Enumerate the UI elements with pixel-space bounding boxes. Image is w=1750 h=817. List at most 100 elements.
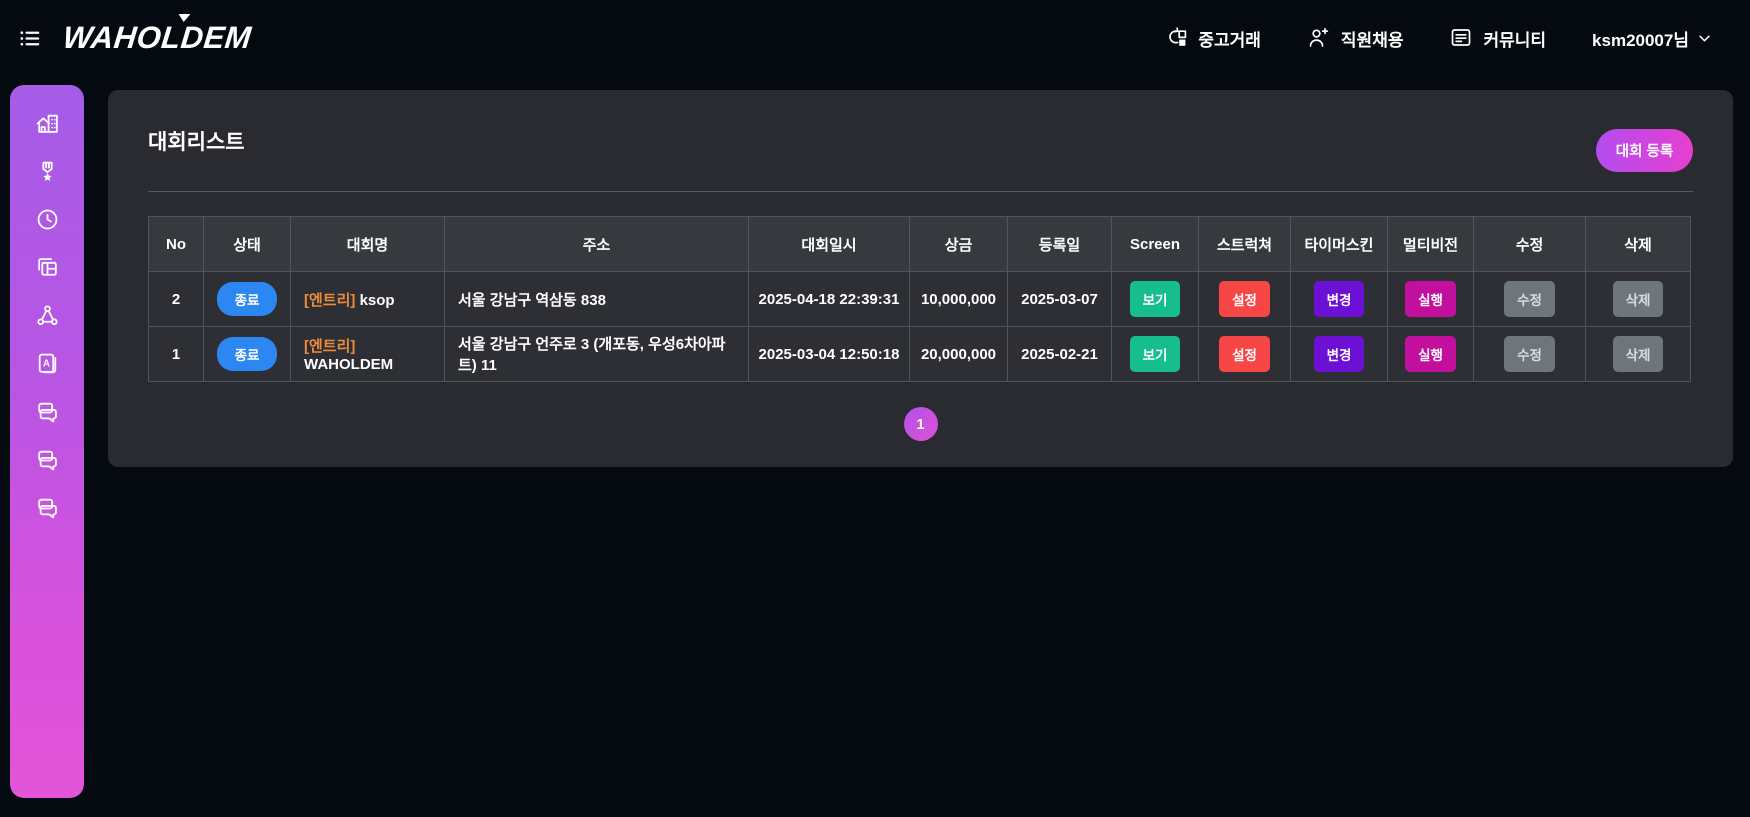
nav-item-used-trade[interactable]: 중고거래 bbox=[1164, 26, 1261, 51]
home-building-icon bbox=[35, 111, 60, 136]
sidebar-item-chat-3[interactable] bbox=[35, 495, 60, 520]
column-header: 삭제 bbox=[1586, 217, 1691, 272]
tournament-table: No상태대회명주소대회일시상금등록일Screen스트럭쳐타이머스킨멀티비전수정삭… bbox=[148, 216, 1691, 382]
sidebar-item-screens[interactable] bbox=[35, 255, 60, 280]
structure-set-button[interactable]: 설정 bbox=[1219, 281, 1270, 317]
clock-icon bbox=[35, 207, 60, 232]
cell-edit: 수정 bbox=[1474, 327, 1586, 382]
table-header-row: No상태대회명주소대회일시상금등록일Screen스트럭쳐타이머스킨멀티비전수정삭… bbox=[149, 217, 1691, 272]
nav-item-label: 직원채용 bbox=[1341, 26, 1404, 51]
cell-no: 2 bbox=[149, 272, 204, 327]
nav-item-community[interactable]: 커뮤니티 bbox=[1449, 26, 1546, 51]
multivision-run-button[interactable]: 실행 bbox=[1405, 281, 1456, 317]
table-row: 2 종료 [엔트리] ksop 서울 강남구 역삼동 838 2025-04-1… bbox=[149, 272, 1691, 327]
entry-tag: [엔트리] bbox=[304, 292, 355, 309]
cell-multivision: 실행 bbox=[1388, 272, 1474, 327]
nav-item-label: 커뮤니티 bbox=[1483, 26, 1546, 51]
column-header: 대회일시 bbox=[749, 217, 910, 272]
cell-reg-date: 2025-03-07 bbox=[1008, 272, 1112, 327]
tournament-list-card: 대회리스트 대회 등록 No상태대회명주소대회일시상금등록일Screen스트럭쳐… bbox=[108, 90, 1733, 467]
entry-tag: [엔트리] bbox=[304, 338, 355, 355]
chat-icon bbox=[35, 399, 60, 424]
sidebar-item-home[interactable] bbox=[35, 111, 60, 136]
cell-delete: 삭제 bbox=[1586, 327, 1691, 382]
medal-icon bbox=[35, 159, 60, 184]
timer-skin-change-button[interactable]: 변경 bbox=[1314, 281, 1365, 317]
delete-button[interactable]: 삭제 bbox=[1613, 336, 1664, 372]
cell-multivision: 실행 bbox=[1388, 327, 1474, 382]
community-icon bbox=[1449, 26, 1473, 50]
status-badge: 종료 bbox=[217, 282, 278, 316]
user-dropdown[interactable]: ksm20007님 bbox=[1592, 26, 1712, 51]
multivision-run-button[interactable]: 실행 bbox=[1405, 336, 1456, 372]
cell-structure: 설정 bbox=[1199, 327, 1291, 382]
register-tournament-button[interactable]: 대회 등록 bbox=[1596, 129, 1693, 172]
cell-address: 서울 강남구 언주로 3 (개포동, 우성6차아파트) 11 bbox=[445, 327, 749, 382]
table-body: 2 종료 [엔트리] ksop 서울 강남구 역삼동 838 2025-04-1… bbox=[149, 272, 1691, 382]
chat-icon bbox=[35, 447, 60, 472]
cell-structure: 설정 bbox=[1199, 272, 1291, 327]
column-header: 수정 bbox=[1474, 217, 1586, 272]
structure-set-button[interactable]: 설정 bbox=[1219, 336, 1270, 372]
cell-status: 종료 bbox=[204, 327, 291, 382]
cell-status: 종료 bbox=[204, 272, 291, 327]
column-header: 타이머스킨 bbox=[1291, 217, 1388, 272]
dictionary-icon bbox=[35, 351, 60, 376]
column-header: 상태 bbox=[204, 217, 291, 272]
table-row: 1 종료 [엔트리] WAHOLDEM 서울 강남구 언주로 3 (개포동, 우… bbox=[149, 327, 1691, 382]
edit-button[interactable]: 수정 bbox=[1504, 336, 1555, 372]
top-navbar: WAHOLDEM 중고거래 직원채용 커뮤니티 ksm20007님 bbox=[0, 0, 1750, 76]
cell-reg-date: 2025-02-21 bbox=[1008, 327, 1112, 382]
column-header: 등록일 bbox=[1008, 217, 1112, 272]
column-header: 멀티비전 bbox=[1388, 217, 1474, 272]
cell-address: 서울 강남구 역삼동 838 bbox=[445, 272, 749, 327]
sidebar-item-network[interactable] bbox=[35, 303, 60, 328]
page-title: 대회리스트 bbox=[148, 126, 1693, 156]
sidebar-item-history[interactable] bbox=[35, 207, 60, 232]
screens-icon bbox=[35, 255, 60, 280]
edit-button[interactable]: 수정 bbox=[1504, 281, 1555, 317]
screen-view-button[interactable]: 보기 bbox=[1130, 336, 1181, 372]
cell-datetime: 2025-03-04 12:50:18 bbox=[749, 327, 910, 382]
hamburger-icon bbox=[18, 27, 41, 50]
tournament-name: WAHOLDEM bbox=[304, 356, 393, 373]
column-header: No bbox=[149, 217, 204, 272]
cell-datetime: 2025-04-18 22:39:31 bbox=[749, 272, 910, 327]
cell-screen: 보기 bbox=[1112, 272, 1199, 327]
column-header: 상금 bbox=[910, 217, 1008, 272]
cell-tournament-name: [엔트리] WAHOLDEM bbox=[291, 327, 445, 382]
delete-button[interactable]: 삭제 bbox=[1613, 281, 1664, 317]
cell-tournament-name: [엔트리] ksop bbox=[291, 272, 445, 327]
cell-timer-skin: 변경 bbox=[1291, 327, 1388, 382]
divider bbox=[148, 191, 1693, 192]
timer-skin-change-button[interactable]: 변경 bbox=[1314, 336, 1365, 372]
cell-no: 1 bbox=[149, 327, 204, 382]
column-header: Screen bbox=[1112, 217, 1199, 272]
sidebar bbox=[10, 85, 84, 798]
column-header: 주소 bbox=[445, 217, 749, 272]
cell-timer-skin: 변경 bbox=[1291, 272, 1388, 327]
column-header: 스트럭쳐 bbox=[1199, 217, 1291, 272]
cell-prize: 20,000,000 bbox=[910, 327, 1008, 382]
pagination: 1 bbox=[148, 407, 1693, 441]
page-button-1[interactable]: 1 bbox=[904, 407, 938, 441]
nav-item-recruit[interactable]: 직원채용 bbox=[1307, 26, 1404, 51]
user-name: ksm20007님 bbox=[1592, 26, 1689, 51]
logo[interactable]: WAHOLDEM bbox=[61, 20, 253, 56]
screen-view-button[interactable]: 보기 bbox=[1130, 281, 1181, 317]
trade-icon bbox=[1164, 26, 1188, 50]
cell-delete: 삭제 bbox=[1586, 272, 1691, 327]
menu-toggle-button[interactable] bbox=[14, 23, 45, 54]
sidebar-item-chat-1[interactable] bbox=[35, 399, 60, 424]
tournament-name: ksop bbox=[360, 292, 395, 309]
sidebar-item-medal[interactable] bbox=[35, 159, 60, 184]
navbar-menu: 중고거래 직원채용 커뮤니티 ksm20007님 bbox=[1164, 26, 1712, 51]
chat-icon bbox=[35, 495, 60, 520]
sidebar-item-chat-2[interactable] bbox=[35, 447, 60, 472]
chevron-down-icon bbox=[1697, 31, 1712, 46]
network-icon bbox=[35, 303, 60, 328]
sidebar-item-dictionary[interactable] bbox=[35, 351, 60, 376]
person-plus-icon bbox=[1307, 26, 1331, 50]
column-header: 대회명 bbox=[291, 217, 445, 272]
cell-edit: 수정 bbox=[1474, 272, 1586, 327]
